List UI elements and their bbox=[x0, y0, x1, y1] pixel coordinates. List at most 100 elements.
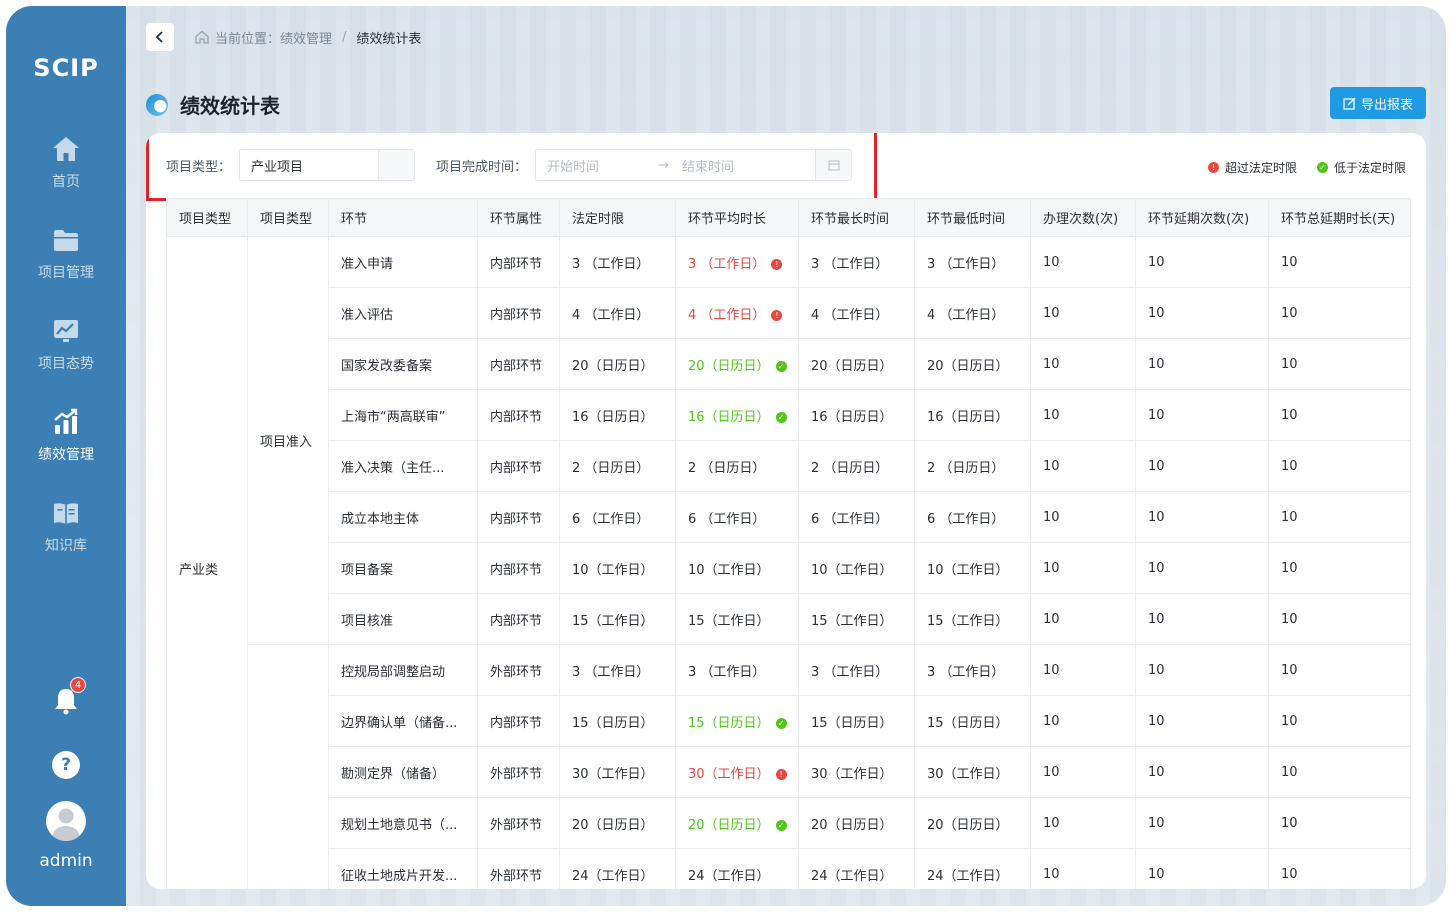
cell-min: 4 （工作日） bbox=[914, 287, 1031, 339]
table-header-row: 项目类型 项目类型 环节 环节属性 法定时限 环节平均时长 环节最长时间 环节最… bbox=[166, 198, 1411, 237]
breadcrumb: 当前位置： 绩效管理 / 绩效统计表 bbox=[146, 23, 421, 51]
cell-attr: 内部环节 bbox=[477, 338, 560, 390]
cell-min: 3 （工作日） bbox=[914, 644, 1031, 696]
avg-value: 20（日历日） bbox=[688, 817, 770, 833]
cell-delay-days: 10 bbox=[1268, 593, 1411, 645]
cell-legal: 15（日历日） bbox=[559, 695, 676, 747]
export-report-button[interactable]: 导出报表 bbox=[1330, 87, 1426, 119]
cell-avg: 15（日历日） ✓ bbox=[675, 695, 799, 747]
cell-avg: 15（工作日） bbox=[675, 593, 799, 645]
bar-chart-icon bbox=[50, 406, 82, 438]
legend: ! 超过法定时限 ✓ 低于法定时限 bbox=[1188, 159, 1406, 176]
legend-over: ! 超过法定时限 bbox=[1207, 159, 1297, 176]
cell-step: 边界确认单（储备... bbox=[328, 695, 478, 747]
sidebar-item-trend[interactable]: 项目态势 bbox=[6, 298, 126, 389]
sidebar-item-home[interactable]: 首页 bbox=[6, 116, 126, 207]
title-logo-icon bbox=[146, 93, 168, 116]
cell-count: 10 bbox=[1030, 440, 1136, 492]
sidebar-item-performance[interactable]: 绩效管理 bbox=[6, 389, 126, 480]
sidebar-item-label: 项目态势 bbox=[38, 355, 94, 372]
cell-max: 20（日历日） bbox=[798, 338, 915, 390]
cell-min: 20（日历日） bbox=[914, 338, 1031, 390]
sidebar-item-projects[interactable]: 项目管理 bbox=[6, 207, 126, 298]
cell-min: 20（日历日） bbox=[914, 797, 1031, 849]
cell-attr: 外部环节 bbox=[477, 746, 560, 798]
app-logo: SCIP bbox=[33, 54, 99, 82]
check-icon: ✓ bbox=[775, 360, 787, 372]
exclamation-icon: ! bbox=[771, 258, 783, 270]
cell-step: 准入决策（主任... bbox=[328, 440, 478, 492]
avg-value: 16（日历日） bbox=[688, 409, 770, 425]
select-arrow[interactable] bbox=[378, 150, 415, 180]
cell-count: 10 bbox=[1030, 644, 1136, 696]
cell-count: 10 bbox=[1030, 389, 1136, 441]
cell-legal: 10（工作日） bbox=[559, 542, 676, 594]
export-label: 导出报表 bbox=[1360, 97, 1413, 113]
project-type-select[interactable]: 产业项目 bbox=[239, 149, 416, 181]
cell-min: 3 （工作日） bbox=[914, 236, 1031, 288]
back-button[interactable] bbox=[146, 23, 174, 51]
cell-delays: 10 bbox=[1135, 542, 1269, 594]
avatar[interactable] bbox=[46, 801, 86, 841]
column-header: 环节 bbox=[328, 198, 478, 237]
cell-count: 10 bbox=[1030, 236, 1136, 288]
cell-min: 16（日历日） bbox=[914, 389, 1031, 441]
cell-step: 准入申请 bbox=[328, 236, 478, 288]
table-row: 准入评估 内部环节 4 （工作日） 4 （工作日）! 4 （工作日） 4 （工作日） 10 1… bbox=[167, 287, 1411, 339]
trend-chart-icon bbox=[50, 315, 82, 347]
column-header: 环节属性 bbox=[477, 198, 560, 237]
cell-min: 10（工作日） bbox=[914, 542, 1031, 594]
cell-delay-days: 10 bbox=[1268, 797, 1411, 849]
end-date-input[interactable]: 结束时间 bbox=[682, 156, 815, 175]
cell-delays: 10 bbox=[1135, 848, 1269, 889]
cell-avg: 2 （日历日） bbox=[675, 440, 799, 492]
cell-legal: 4 （工作日） bbox=[559, 287, 676, 339]
cell-attr: 内部环节 bbox=[477, 287, 560, 339]
cell-step: 规划土地意见书（... bbox=[328, 797, 478, 849]
avg-value: 30（工作日） bbox=[688, 766, 770, 782]
column-header: 环节总延期时长(天) bbox=[1268, 198, 1411, 237]
cell-avg: 3 （工作日） bbox=[675, 644, 799, 696]
cell-legal: 3 （工作日） bbox=[559, 236, 676, 288]
cell-max: 6 （工作日） bbox=[798, 491, 915, 543]
cell-delay-days: 10 bbox=[1268, 338, 1411, 390]
start-date-input[interactable]: 开始时间 bbox=[536, 156, 658, 175]
help-button[interactable]: ? bbox=[52, 751, 80, 779]
cell-step: 勘测定界（储备） bbox=[328, 746, 478, 798]
cell-min: 15（日历日） bbox=[914, 695, 1031, 747]
cell-count: 10 bbox=[1030, 746, 1136, 798]
cell-delays: 10 bbox=[1135, 338, 1269, 390]
cell-attr: 内部环节 bbox=[477, 695, 560, 747]
cell-avg: 3 （工作日）! bbox=[675, 236, 799, 288]
cell-count: 10 bbox=[1030, 338, 1136, 390]
cell-delay-days: 10 bbox=[1268, 287, 1411, 339]
cell-min: 30（工作日） bbox=[914, 746, 1031, 798]
cell-avg: 10（工作日） bbox=[675, 542, 799, 594]
notification-button[interactable]: 4 bbox=[50, 677, 86, 717]
user-icon bbox=[52, 808, 80, 841]
sidebar-item-label: 知识库 bbox=[45, 537, 87, 554]
legend-under: ✓ 低于法定时限 bbox=[1316, 159, 1406, 176]
user-name: admin bbox=[39, 851, 93, 871]
cell-max: 15（工作日） bbox=[798, 593, 915, 645]
cell-attr: 内部环节 bbox=[477, 593, 560, 645]
cell-attr: 外部环节 bbox=[477, 797, 560, 849]
cell-max: 20（日历日） bbox=[798, 797, 915, 849]
sidebar-item-knowledge[interactable]: 知识库 bbox=[6, 480, 126, 571]
column-header: 项目类型 bbox=[166, 198, 248, 237]
calendar-icon[interactable] bbox=[815, 150, 852, 180]
avg-value: 3 （工作日） bbox=[688, 256, 766, 272]
cell-legal: 3 （工作日） bbox=[559, 644, 676, 696]
breadcrumb-parent[interactable]: 绩效管理 bbox=[280, 28, 332, 47]
check-icon: ✓ bbox=[775, 819, 787, 831]
cell-avg: 4 （工作日）! bbox=[675, 287, 799, 339]
book-icon bbox=[50, 497, 82, 529]
date-range-picker[interactable]: 开始时间 → 结束时间 bbox=[535, 149, 853, 181]
cell-max: 4 （工作日） bbox=[798, 287, 915, 339]
cell-step: 控规局部调整启动 bbox=[328, 644, 478, 696]
cell-count: 10 bbox=[1030, 848, 1136, 889]
cell-legal: 15（工作日） bbox=[559, 593, 676, 645]
check-icon: ✓ bbox=[1316, 162, 1328, 173]
cell-legal: 24（工作日） bbox=[559, 848, 676, 889]
table-row: 成立本地主体 内部环节 6 （工作日） 6 （工作日） 6 （工作日） 6 （工作日） 10… bbox=[167, 491, 1411, 543]
